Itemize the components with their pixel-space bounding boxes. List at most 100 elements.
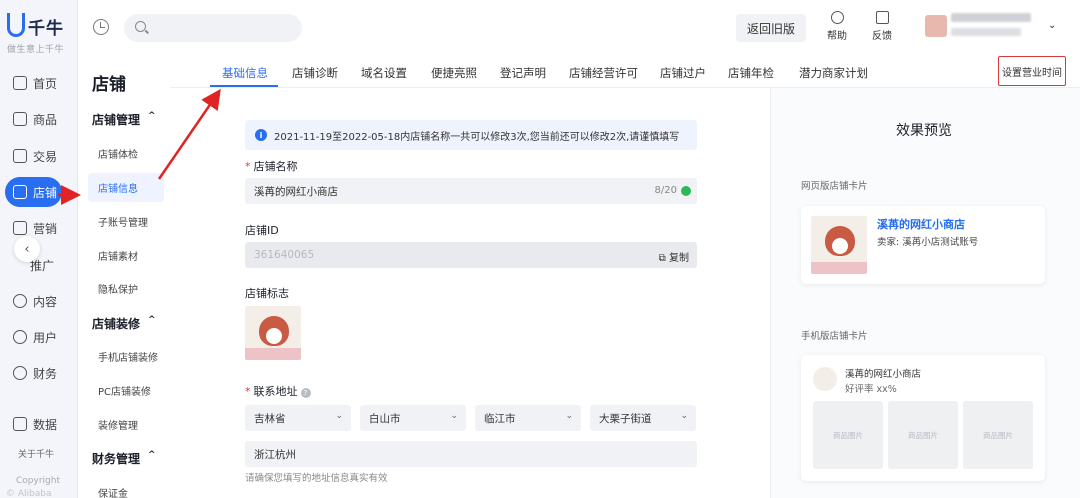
copyright-company: © Alibaba Group — [6, 489, 52, 498]
sidebar-item-subaccounts[interactable]: 子账号管理 — [98, 214, 148, 229]
chevron-down-icon: ⌄ — [335, 411, 343, 421]
chevron-up-icon: ^ — [148, 315, 156, 325]
sidebar-item-materials[interactable]: 店铺素材 — [98, 248, 138, 263]
shop-sidebar: 店铺 店铺管理 ^ 店铺体检 店铺信息 子账号管理 店铺素材 隐私保护 店铺装修 ^… — [78, 54, 170, 498]
trade-icon — [13, 149, 27, 163]
copyright: Copyright — [16, 476, 60, 486]
shop-logo-image[interactable] — [245, 306, 301, 360]
left-rail: 千牛 做生意上千牛 首页 商品 交易 店铺 营销 推广 内容 用户 财务 数据 … — [0, 0, 78, 498]
mobile-shop-card: 溪苒的网红小商店 好评率 xx% 商品图片 商品图片 商品图片 — [801, 355, 1045, 481]
product-placeholder: 商品图片 — [963, 401, 1033, 469]
history-icon[interactable] — [93, 19, 109, 35]
tab-potential-merchant[interactable]: 潜力商家计划 — [799, 65, 868, 81]
question-icon: ? — [300, 388, 311, 398]
finance-icon — [13, 366, 27, 380]
info-icon: i — [255, 129, 267, 141]
notice-banner: i 2021-11-19至2022-05-18内店铺名称一共可以修改3次,您当前… — [245, 120, 697, 150]
chevron-left-icon: ‹ — [24, 241, 30, 257]
shop-logo-thumb — [811, 216, 867, 274]
user-sub-blurred — [951, 28, 1021, 36]
sidebar-item-shop-check[interactable]: 店铺体检 — [98, 146, 138, 161]
top-bar: 返回旧版 帮助 反馈 ⌄ — [78, 0, 1080, 54]
tab-annual-check[interactable]: 店铺年检 — [728, 65, 774, 81]
shop-icon — [13, 185, 27, 199]
chevron-down-icon[interactable]: ⌄ — [1048, 20, 1056, 31]
sidebar-title: 店铺 — [92, 75, 126, 95]
tab-diagnosis[interactable]: 店铺诊断 — [292, 65, 338, 81]
tab-business-permit[interactable]: 店铺经营许可 — [569, 65, 638, 81]
shop-id-label: 店铺ID — [245, 224, 279, 237]
rail-item-shop[interactable]: 店铺 — [5, 177, 62, 207]
rating: 好评率 xx% — [845, 384, 897, 395]
user-name-blurred — [951, 13, 1031, 22]
chevron-down-icon: ⌄ — [565, 411, 573, 421]
product-placeholder: 商品图片 — [888, 401, 958, 469]
brand-tagline: 做生意上千牛 — [7, 45, 65, 55]
shop-id-field: 361640065 ⧉ 复制 — [245, 242, 697, 268]
rail-item-users[interactable]: 用户 — [0, 322, 78, 352]
tab-basic-info[interactable]: 基础信息 — [222, 65, 268, 81]
user-icon — [13, 330, 27, 344]
active-tab-indicator — [210, 85, 278, 87]
address-detail-input[interactable]: 浙江杭州 — [245, 441, 697, 467]
search-icon — [135, 21, 146, 32]
content-icon — [13, 294, 27, 308]
sidebar-item-shop-info[interactable]: 店铺信息 — [88, 173, 164, 202]
group-decoration[interactable]: 店铺装修 ^ — [92, 315, 156, 332]
group-shop-management[interactable]: 店铺管理 ^ — [92, 111, 156, 128]
shop-logo-thumb — [813, 367, 837, 391]
chevron-up-icon: ^ — [148, 450, 156, 460]
check-circle-icon — [681, 186, 691, 196]
rail-item-promotion[interactable]: 推广 — [0, 250, 78, 280]
tab-license-display[interactable]: 便捷亮照 — [431, 65, 477, 81]
tab-domain[interactable]: 域名设置 — [361, 65, 407, 81]
rail-item-products[interactable]: 商品 — [0, 104, 78, 134]
pc-card-label: 网页版店铺卡片 — [801, 181, 868, 192]
sidebar-item-pc-decoration[interactable]: PC店铺装修 — [98, 383, 151, 398]
about-link[interactable]: 关于千牛 — [18, 447, 54, 460]
sidebar-item-deposit[interactable]: 保证金 — [98, 485, 128, 498]
chevron-up-icon: ^ — [148, 111, 156, 121]
district-select[interactable]: 临江市 ⌄ — [475, 405, 581, 431]
search-input[interactable] — [152, 19, 292, 37]
mobile-card-label: 手机版店铺卡片 — [801, 331, 868, 342]
old-version-button[interactable]: 返回旧版 — [736, 14, 806, 42]
city-select[interactable]: 白山市 ⌄ — [360, 405, 466, 431]
tab-registration[interactable]: 登记声明 — [500, 65, 546, 81]
copy-button[interactable]: ⧉ 复制 — [659, 249, 689, 264]
rail-item-marketing[interactable]: 营销 — [0, 213, 78, 243]
shop-name-label: * 店铺名称 — [245, 160, 298, 173]
sidebar-item-privacy[interactable]: 隐私保护 — [98, 281, 138, 296]
province-select[interactable]: 吉林省 ⌄ — [245, 405, 351, 431]
qianniu-logo[interactable]: 千牛 — [7, 12, 64, 39]
rail-item-content[interactable]: 内容 — [0, 286, 78, 316]
preview-panel: 效果预览 网页版店铺卡片 溪苒的网红小商店 卖家: 溪苒小店测试账号 手机版店铺… — [770, 88, 1080, 498]
shop-logo-label: 店铺标志 — [245, 287, 289, 300]
megaphone-icon — [13, 221, 27, 235]
avatar[interactable] — [925, 15, 947, 37]
rail-item-home[interactable]: 首页 — [0, 68, 78, 98]
product-placeholder: 商品图片 — [813, 401, 883, 469]
set-business-hours-button[interactable]: 设置营业时间 — [998, 56, 1066, 86]
pc-shop-card: 溪苒的网红小商店 卖家: 溪苒小店测试账号 — [801, 206, 1045, 284]
home-icon — [13, 76, 27, 90]
feedback-button[interactable]: 反馈 — [867, 11, 897, 42]
address-hint: 请确保您填写的地址信息真实有效 — [245, 473, 388, 484]
street-select[interactable]: 大栗子街道 ⌄ — [590, 405, 696, 431]
mobile-shop-name: 溪苒的网红小商店 — [845, 369, 922, 380]
search-box[interactable] — [124, 14, 302, 42]
char-count: 8/20 — [654, 185, 677, 196]
tab-transfer[interactable]: 店铺过户 — [660, 65, 706, 81]
chevron-down-icon: ⌄ — [450, 411, 458, 421]
shop-name-field[interactable]: 溪苒的网红小商店 8/20 — [245, 178, 697, 204]
collapse-button[interactable]: ‹ — [14, 236, 40, 262]
rail-item-data[interactable]: 数据 — [0, 409, 78, 439]
logo-icon — [7, 12, 25, 37]
sidebar-item-mobile-decoration[interactable]: 手机店铺装修 — [98, 349, 158, 364]
preview-title: 效果预览 — [896, 123, 952, 139]
group-finance[interactable]: 财务管理 ^ — [92, 450, 156, 467]
rail-item-trade[interactable]: 交易 — [0, 141, 78, 171]
help-button[interactable]: 帮助 — [822, 11, 852, 42]
sidebar-item-decoration-manage[interactable]: 装修管理 — [98, 417, 138, 432]
rail-item-finance[interactable]: 财务 — [0, 358, 78, 388]
